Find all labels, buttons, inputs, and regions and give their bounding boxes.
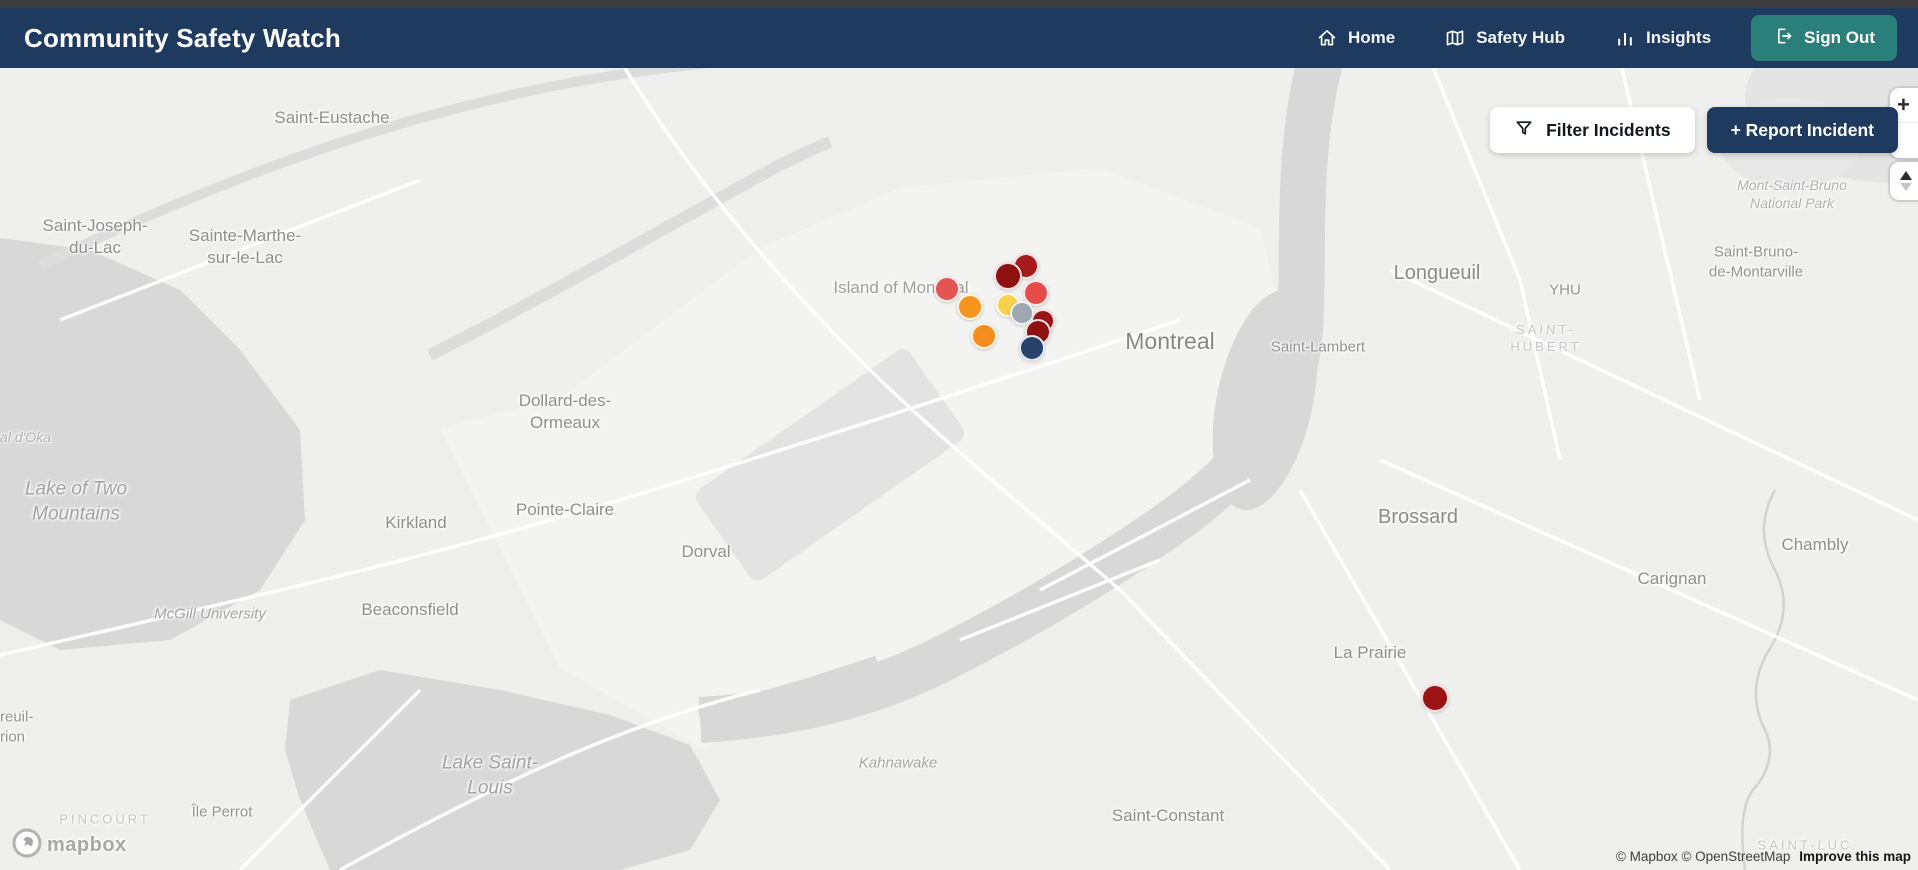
sign-out-button[interactable]: Sign Out — [1751, 15, 1897, 61]
map-icon — [1445, 28, 1465, 48]
funnel-icon — [1514, 118, 1534, 143]
report-incident-button[interactable]: + Report Incident — [1706, 107, 1898, 153]
incident-marker[interactable] — [957, 294, 983, 320]
nav-item-label: Insights — [1646, 28, 1712, 47]
report-incident-label: + Report Incident — [1730, 119, 1874, 140]
app-header: Community Safety Watch Home Safety Hub Ins… — [0, 8, 1918, 68]
incident-marker[interactable] — [1421, 684, 1449, 712]
attribution-mapbox-link[interactable]: © Mapbox — [1616, 849, 1678, 864]
map-attribution: © Mapbox © OpenStreetMap Improve this ma… — [1616, 849, 1911, 864]
compass-button[interactable] — [1890, 162, 1918, 200]
sign-out-label: Sign Out — [1804, 28, 1875, 47]
incident-marker[interactable] — [1019, 335, 1045, 361]
improve-map-link[interactable]: Improve this map — [1799, 849, 1911, 864]
sign-out-icon — [1773, 26, 1793, 51]
mapbox-logo[interactable]: mapbox — [12, 828, 127, 863]
mapbox-logo-word: mapbox — [47, 834, 127, 856]
nav-item-safety-hub[interactable]: Safety Hub — [1445, 28, 1565, 48]
filter-incidents-button[interactable]: Filter Incidents — [1490, 107, 1695, 153]
home-icon — [1317, 28, 1337, 48]
incident-marker[interactable] — [971, 323, 997, 349]
map-base-art — [0, 68, 1918, 870]
main-nav: Home Safety Hub Insights — [1317, 28, 1711, 48]
nav-item-insights[interactable]: Insights — [1615, 28, 1711, 48]
filter-incidents-label: Filter Incidents — [1546, 119, 1671, 140]
nav-item-label: Safety Hub — [1476, 28, 1565, 47]
app-title: Community Safety Watch — [24, 22, 341, 53]
bar-chart-icon — [1615, 28, 1635, 48]
map-action-buttons: Filter Incidents + Report Incident — [1490, 107, 1898, 153]
attribution-osm-link[interactable]: © OpenStreetMap — [1681, 849, 1790, 864]
mapbox-logo-icon — [12, 828, 42, 863]
incident-marker[interactable] — [934, 276, 960, 302]
nav-item-label: Home — [1347, 28, 1396, 47]
window-chrome-strip — [0, 0, 1918, 8]
map-canvas[interactable]: Filter Incidents + Report Incident + map… — [0, 68, 1918, 870]
nav-item-home[interactable]: Home — [1317, 28, 1395, 48]
compass-icon — [1890, 168, 1917, 194]
incident-marker[interactable] — [994, 262, 1022, 290]
